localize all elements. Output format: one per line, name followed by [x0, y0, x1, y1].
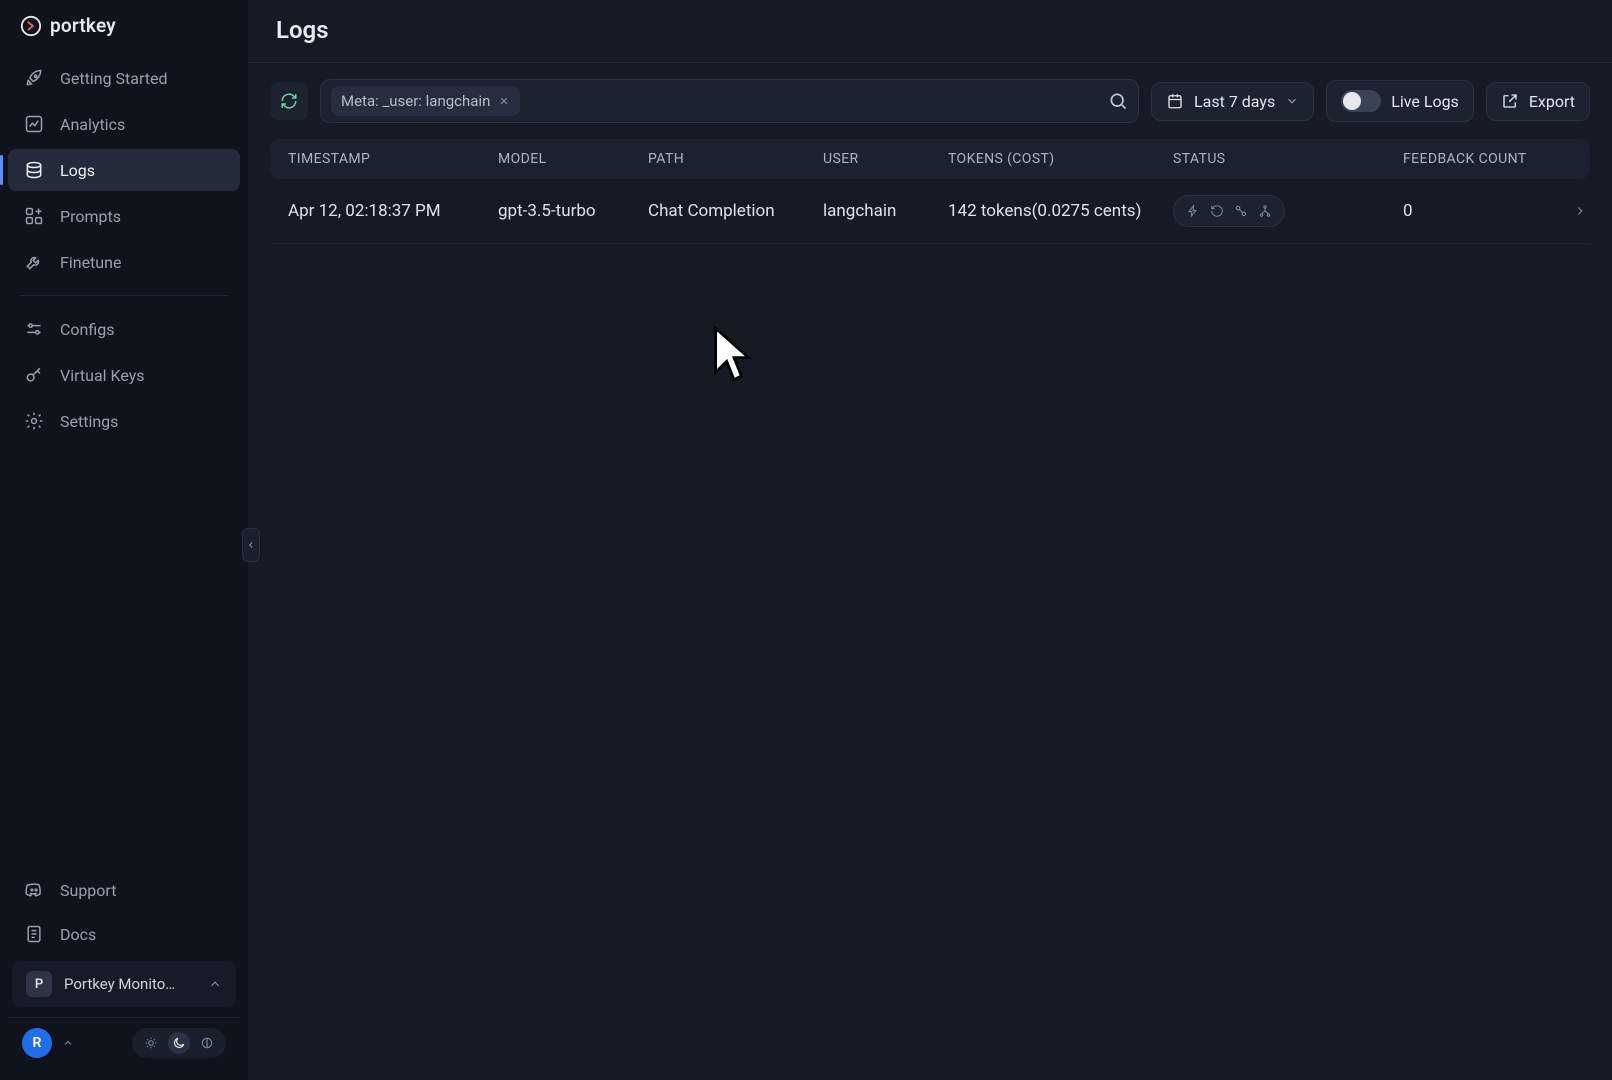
user-avatar: R [22, 1028, 52, 1058]
close-icon [498, 95, 510, 107]
user-menu[interactable]: R [22, 1028, 74, 1058]
filter-chip[interactable]: Meta: _user: langchain [331, 86, 520, 116]
export-icon [1501, 92, 1519, 110]
org-avatar: P [26, 971, 52, 997]
filter-bar[interactable]: Meta: _user: langchain [320, 79, 1139, 123]
cell-path: Chat Completion [648, 201, 823, 221]
export-label: Export [1529, 92, 1575, 111]
table-header: TIMESTAMP MODEL PATH USER TOKENS (COST) … [270, 139, 1590, 179]
sidebar-item-analytics[interactable]: Analytics [8, 103, 240, 145]
page-header: Logs [248, 0, 1612, 62]
cell-user: langchain [823, 201, 948, 221]
document-icon [24, 924, 44, 944]
sidebar-item-finetune[interactable]: Finetune [8, 241, 240, 283]
org-selector[interactable]: P Portkey Monito… [12, 961, 236, 1007]
grid-add-icon [24, 206, 44, 226]
sliders-icon [24, 319, 44, 339]
sidebar-item-label: Logs [60, 161, 95, 180]
sidebar-item-support[interactable]: Support [8, 869, 240, 911]
col-tokens[interactable]: TOKENS (COST) [948, 151, 1173, 167]
col-model[interactable]: MODEL [498, 151, 648, 167]
cell-status [1173, 195, 1403, 227]
retry-icon [1206, 200, 1228, 222]
chevron-down-icon [1285, 94, 1299, 108]
col-user[interactable]: USER [823, 151, 948, 167]
chevron-up-icon [62, 1037, 74, 1049]
toggle-switch[interactable] [1341, 90, 1381, 112]
sun-icon[interactable] [140, 1032, 162, 1054]
bottom-bar: R [8, 1017, 240, 1072]
brand-logo-icon [20, 15, 42, 37]
sidebar-item-virtual-keys[interactable]: Virtual Keys [8, 354, 240, 396]
sidebar-item-getting-started[interactable]: Getting Started [8, 57, 240, 99]
cell-model: gpt-3.5-turbo [498, 201, 648, 221]
date-range-button[interactable]: Last 7 days [1151, 82, 1314, 121]
col-feedback[interactable]: FEEDBACK COUNT [1403, 151, 1573, 167]
sidebar-item-label: Configs [60, 320, 114, 339]
brand[interactable]: portkey [0, 0, 248, 55]
col-timestamp[interactable]: TIMESTAMP [288, 151, 498, 167]
status-icons[interactable] [1173, 195, 1285, 227]
table-row[interactable]: Apr 12, 02:18:37 PM gpt-3.5-turbo Chat C… [270, 179, 1590, 244]
tree-icon [1254, 200, 1276, 222]
bolt-icon [1182, 200, 1204, 222]
sidebar-item-label: Support [60, 881, 116, 900]
sidebar-item-docs[interactable]: Docs [8, 913, 240, 955]
filter-chip-label: Meta: _user: langchain [341, 92, 490, 110]
wrench-icon [24, 252, 44, 272]
moon-icon[interactable] [168, 1032, 190, 1054]
trace-icon [1230, 200, 1252, 222]
sidebar-item-settings[interactable]: Settings [8, 400, 240, 442]
rocket-icon [24, 68, 44, 88]
discord-icon [24, 880, 44, 900]
brand-name: portkey [50, 14, 116, 37]
cell-timestamp: Apr 12, 02:18:37 PM [288, 201, 498, 221]
sidebar-item-prompts[interactable]: Prompts [8, 195, 240, 237]
sidebar-item-label: Docs [60, 925, 96, 944]
search-icon [1108, 91, 1128, 111]
collapse-sidebar-button[interactable] [242, 528, 260, 562]
main: Logs Meta: _user: langchain [248, 0, 1612, 1080]
refresh-icon [280, 92, 298, 110]
col-path[interactable]: PATH [648, 151, 823, 167]
row-expand[interactable] [1573, 204, 1597, 218]
date-range-label: Last 7 days [1194, 92, 1275, 111]
org-name: Portkey Monito… [64, 975, 196, 993]
sidebar-item-label: Getting Started [60, 69, 168, 88]
refresh-button[interactable] [270, 82, 308, 120]
toolbar: Meta: _user: langchain Last 7 days Live … [248, 63, 1612, 139]
cell-feedback: 0 [1403, 201, 1573, 221]
logs-table: TIMESTAMP MODEL PATH USER TOKENS (COST) … [248, 139, 1612, 244]
sidebar-item-label: Analytics [60, 115, 125, 134]
key-icon [24, 365, 44, 385]
sidebar-item-label: Settings [60, 412, 118, 431]
theme-switch[interactable] [132, 1028, 226, 1058]
search-button[interactable] [1108, 91, 1128, 111]
page-title: Logs [276, 16, 1584, 44]
auto-theme-icon[interactable] [196, 1032, 218, 1054]
sidebar-footer: Support Docs P Portkey Monito… R [0, 859, 248, 1080]
nav-divider [20, 295, 228, 296]
export-button[interactable]: Export [1486, 82, 1590, 121]
sidebar-item-logs[interactable]: Logs [8, 149, 240, 191]
live-logs-toggle[interactable]: Live Logs [1326, 80, 1474, 122]
chevron-right-icon [1573, 204, 1587, 218]
sidebar-item-label: Finetune [60, 253, 121, 272]
nav-primary: Getting Started Analytics Logs Prompts F… [0, 55, 248, 444]
chevron-up-icon [208, 977, 222, 991]
cell-tokens: 142 tokens(0.0275 cents) [948, 201, 1173, 221]
database-icon [24, 160, 44, 180]
filter-chip-remove[interactable] [498, 95, 510, 107]
sidebar-item-label: Prompts [60, 207, 121, 226]
sidebar-item-label: Virtual Keys [60, 366, 145, 385]
sidebar-item-configs[interactable]: Configs [8, 308, 240, 350]
calendar-icon [1166, 92, 1184, 110]
gear-icon [24, 411, 44, 431]
live-logs-label: Live Logs [1391, 92, 1459, 111]
sidebar: portkey Getting Started Analytics Logs P… [0, 0, 248, 1080]
chevron-left-icon [246, 540, 256, 550]
col-status[interactable]: STATUS [1173, 151, 1403, 167]
chart-icon [24, 114, 44, 134]
